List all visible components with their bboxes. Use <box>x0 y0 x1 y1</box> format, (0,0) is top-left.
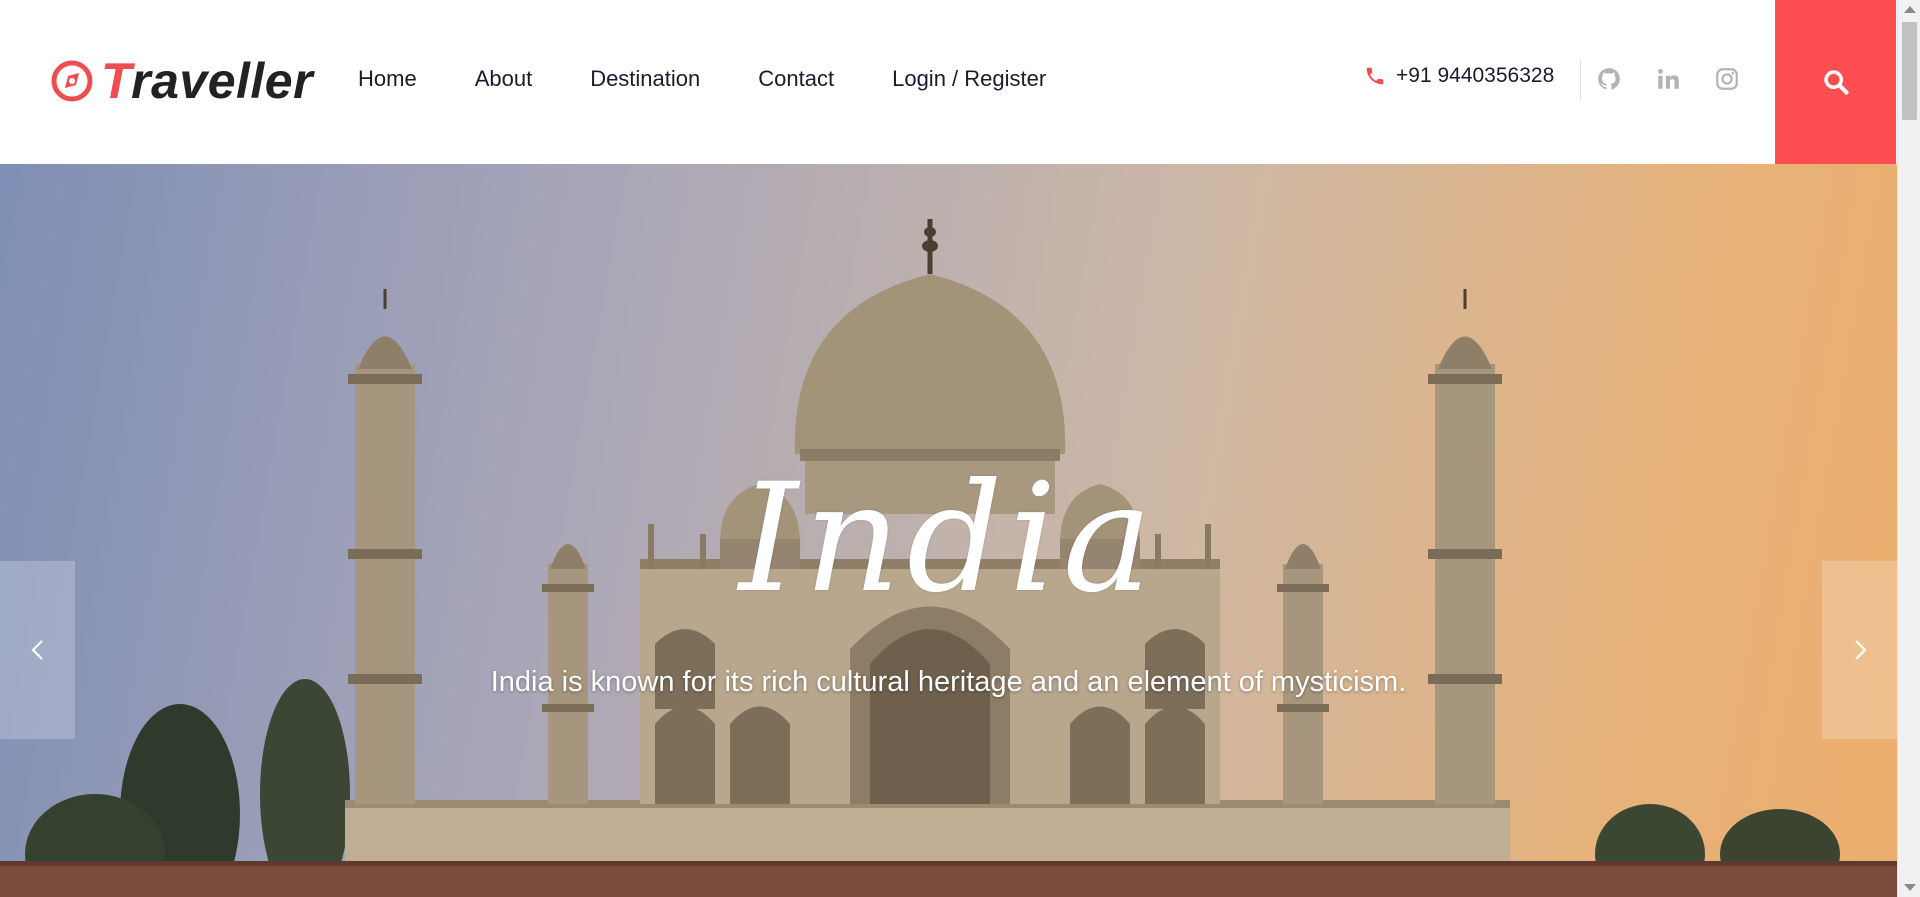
chevron-left-icon <box>30 640 43 660</box>
brand-name-initial: T <box>101 53 132 109</box>
main-nav: Home About Destination Contact Login / R… <box>358 66 1104 92</box>
phone-number: +91 9440356328 <box>1396 64 1555 87</box>
github-icon <box>1598 68 1620 90</box>
scroll-thumb[interactable] <box>1902 22 1917 120</box>
search-button[interactable] <box>1775 0 1896 164</box>
site-header: Traveller Home About Destination Contact… <box>0 0 1897 164</box>
nav-home[interactable]: Home <box>358 66 417 92</box>
slider-next-button[interactable] <box>1822 561 1897 739</box>
page-scrollbar[interactable] <box>1897 0 1920 897</box>
scroll-up-arrow-icon[interactable] <box>1904 6 1916 13</box>
chevron-right-icon <box>1854 640 1867 660</box>
github-link[interactable] <box>1596 66 1622 92</box>
hero-slider: India India is known for its rich cultur… <box>0 164 1897 897</box>
brand-name: Traveller <box>101 52 313 110</box>
nav-destination[interactable]: Destination <box>590 66 700 92</box>
instagram-icon <box>1716 68 1738 90</box>
linkedin-icon <box>1658 69 1679 89</box>
scroll-down-arrow-icon[interactable] <box>1904 884 1916 891</box>
hero-title: India <box>738 452 1159 626</box>
phone-icon <box>1366 67 1384 85</box>
slider-prev-button[interactable] <box>0 561 75 739</box>
brand-name-rest: raveller <box>131 53 314 109</box>
hero-subtitle: India is known for its rich cultural her… <box>490 666 1407 698</box>
nav-contact[interactable]: Contact <box>758 66 834 92</box>
nav-about[interactable]: About <box>475 66 533 92</box>
nav-login-register[interactable]: Login / Register <box>892 66 1046 92</box>
header-divider <box>1580 58 1581 102</box>
linkedin-link[interactable] <box>1655 66 1681 92</box>
compass-logo-icon <box>51 60 93 102</box>
instagram-link[interactable] <box>1714 66 1740 92</box>
phone-contact[interactable]: +91 9440356328 <box>1364 64 1554 88</box>
brand-logo[interactable]: Traveller <box>51 52 313 110</box>
search-icon <box>1823 70 1849 95</box>
